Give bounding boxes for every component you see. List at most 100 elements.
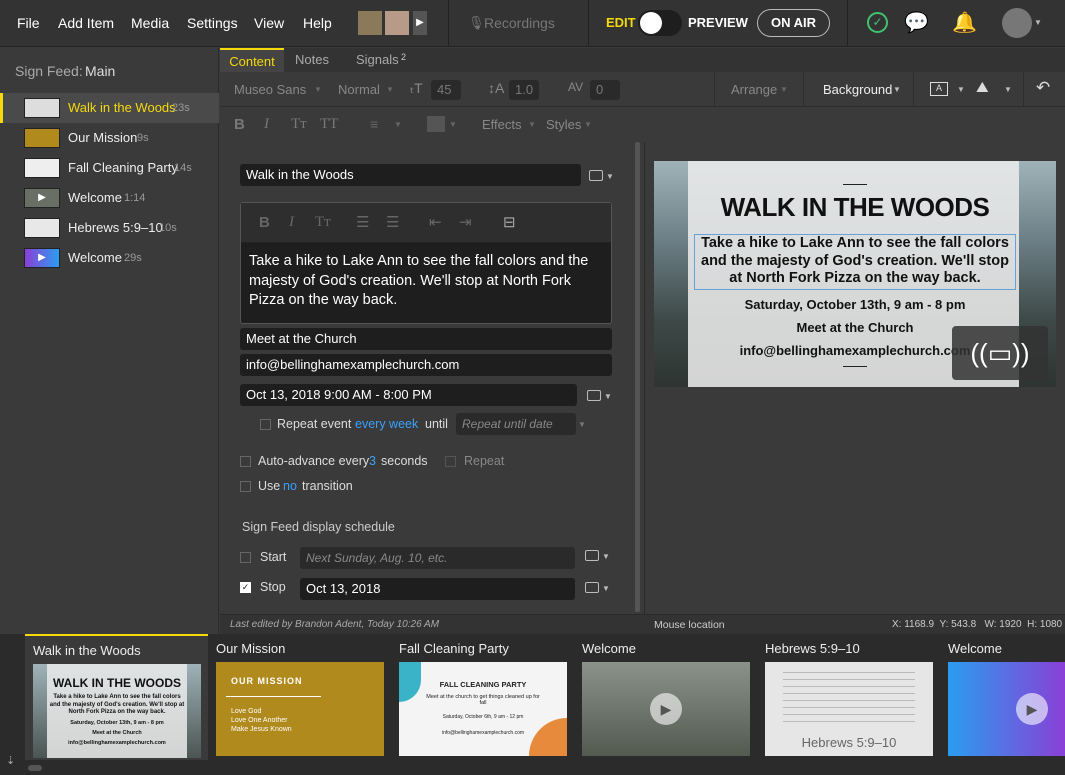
edit-label[interactable]: EDIT bbox=[606, 15, 636, 30]
repeat-event-label: Repeat event bbox=[277, 417, 352, 431]
menu-file[interactable]: File bbox=[17, 0, 40, 46]
styles-button[interactable]: Styles bbox=[546, 117, 581, 132]
sidebar-item-welcome-2[interactable]: ▶ Welcome 29s bbox=[0, 243, 219, 273]
italic-icon[interactable]: I bbox=[289, 214, 294, 231]
stop-checkbox[interactable]: ✓ bbox=[240, 582, 251, 593]
repeat-until-input[interactable]: Repeat until date bbox=[456, 413, 576, 435]
media-thumbnail[interactable] bbox=[385, 11, 409, 35]
font-family-select[interactable]: Museo Sans bbox=[234, 82, 306, 97]
avatar[interactable] bbox=[1002, 8, 1032, 38]
menu-view[interactable]: View bbox=[254, 0, 284, 46]
play-icon[interactable]: ▶ bbox=[650, 693, 682, 725]
sidebar-item-welcome[interactable]: ▶ Welcome 1:14 bbox=[0, 183, 219, 213]
media-thumbnail[interactable] bbox=[358, 11, 382, 35]
calendar-icon[interactable] bbox=[589, 170, 603, 181]
check-icon[interactable]: ✓ bbox=[867, 12, 888, 33]
arrange-button[interactable]: Arrange bbox=[731, 82, 777, 97]
font-size-input[interactable]: 45 bbox=[431, 80, 461, 100]
calendar-icon[interactable] bbox=[585, 550, 599, 561]
strip-item-walk-in-the-woods[interactable]: Walk in the Woods WALK IN THE WOODS Take… bbox=[25, 634, 208, 760]
body-editor-toolbar: B I Tт ☰ ☰ ⇤ ⇥ ⊟ bbox=[241, 203, 611, 243]
menu-media[interactable]: Media bbox=[131, 0, 169, 46]
numbered-list-icon[interactable]: ☰ bbox=[386, 213, 399, 231]
scrollbar[interactable] bbox=[28, 765, 42, 771]
seconds-label: seconds bbox=[381, 454, 428, 468]
body-text[interactable]: Take a hike to Lake Ann to see the fall … bbox=[249, 252, 599, 311]
sign-feed-label: Sign Feed: bbox=[15, 63, 83, 79]
strip-item-hebrews[interactable]: Hebrews 5:9–10 Hebrews 5:9–10 bbox=[757, 634, 940, 760]
effects-button[interactable]: Effects bbox=[482, 117, 522, 132]
strip-item-welcome-2[interactable]: Welcome ▶ bbox=[940, 634, 1065, 760]
undo-icon[interactable]: ↶ bbox=[1036, 78, 1050, 98]
collapse-icon[interactable]: ⇣ bbox=[6, 754, 15, 767]
play-icon[interactable]: ▶ bbox=[413, 11, 427, 35]
menu-help[interactable]: Help bbox=[303, 0, 332, 46]
align-icon[interactable]: ≡ bbox=[370, 116, 378, 132]
chevron-down-icon[interactable]: ▼ bbox=[1034, 18, 1042, 27]
font-weight-select[interactable]: Normal bbox=[338, 82, 380, 97]
menu-add-item[interactable]: Add Item bbox=[58, 0, 114, 46]
tab-content[interactable]: Content bbox=[220, 48, 284, 72]
sidebar-item-our-mission[interactable]: Our Mission 9s bbox=[0, 123, 219, 153]
sidebar-item-hebrews[interactable]: Hebrews 5:9–10 10s bbox=[0, 213, 219, 243]
cast-icon[interactable]: ((▭)) bbox=[952, 326, 1048, 380]
preview-label[interactable]: PREVIEW bbox=[688, 15, 748, 30]
bell-icon[interactable]: 🔔 bbox=[952, 10, 977, 35]
color-swatch[interactable] bbox=[427, 116, 445, 132]
letter-spacing-input[interactable]: 0 bbox=[590, 80, 620, 100]
tab-signals[interactable]: Signals bbox=[356, 48, 399, 72]
bold-icon[interactable]: B bbox=[259, 214, 270, 231]
tab-notes[interactable]: Notes bbox=[295, 48, 329, 72]
text-case-icon[interactable]: Tт bbox=[315, 214, 331, 231]
title-input[interactable]: Walk in the Woods bbox=[240, 164, 581, 186]
calendar-icon[interactable] bbox=[585, 582, 599, 593]
start-label: Start bbox=[260, 550, 287, 564]
on-air-button[interactable]: ON AIR bbox=[757, 9, 830, 37]
line-height-input[interactable]: 1.0 bbox=[509, 80, 539, 100]
location-input[interactable]: Meet at the Church bbox=[240, 328, 612, 350]
recordings-button[interactable]: Recordings bbox=[484, 15, 555, 31]
repeat-event-checkbox[interactable] bbox=[260, 419, 271, 430]
calendar-icon[interactable] bbox=[587, 390, 601, 401]
transition-select-link[interactable]: no bbox=[283, 479, 297, 493]
auto-advance-seconds[interactable]: 3 bbox=[369, 454, 376, 468]
schedule-heading: Sign Feed display schedule bbox=[242, 520, 395, 534]
sidebar-item-fall-cleaning-party[interactable]: Fall Cleaning Party 14s bbox=[0, 153, 219, 183]
start-checkbox[interactable] bbox=[240, 552, 251, 563]
italic-icon[interactable]: I bbox=[264, 116, 269, 133]
strip-item-welcome[interactable]: Welcome ▶ bbox=[574, 634, 757, 760]
bullet-list-icon[interactable]: ☰ bbox=[356, 213, 369, 231]
chat-icon[interactable]: 💬 bbox=[904, 10, 929, 35]
transition-checkbox[interactable] bbox=[240, 481, 251, 492]
background-button[interactable]: Background bbox=[823, 82, 892, 97]
repeat-checkbox[interactable] bbox=[445, 456, 456, 467]
text-case-icon[interactable]: Tт bbox=[291, 116, 307, 133]
outdent-icon[interactable]: ⇤ bbox=[429, 213, 442, 231]
sidebar-item-walk-in-the-woods[interactable]: Walk in the Woods 23s bbox=[0, 93, 219, 123]
stop-date-input[interactable]: Oct 13, 2018 bbox=[300, 578, 575, 600]
until-label: until bbox=[425, 417, 448, 431]
sign-feed-value[interactable]: Main bbox=[85, 63, 115, 79]
text-box-icon[interactable]: A bbox=[930, 82, 948, 96]
indent-icon[interactable]: ⇥ bbox=[459, 213, 472, 231]
last-edited-text: Last edited by Brandon Adent, Today 10:2… bbox=[230, 619, 440, 630]
datetime-input[interactable]: Oct 13, 2018 9:00 AM - 8:00 PM bbox=[240, 384, 577, 406]
email-input[interactable]: info@bellinghamexamplechurch.com bbox=[240, 354, 612, 376]
start-date-input[interactable]: Next Sunday, Aug. 10, etc. bbox=[300, 547, 575, 569]
body-editor[interactable]: B I Tт ☰ ☰ ⇤ ⇥ ⊟ Take a hike to Lake Ann… bbox=[240, 202, 612, 324]
tab-bar bbox=[220, 48, 1065, 72]
bold-icon[interactable]: B bbox=[234, 116, 245, 133]
transition-label: transition bbox=[302, 479, 353, 493]
edit-preview-toggle[interactable] bbox=[638, 10, 682, 36]
repeat-frequency-link[interactable]: every week bbox=[355, 417, 418, 431]
image-icon[interactable]: ⛰ bbox=[976, 79, 989, 96]
strip-item-our-mission[interactable]: Our Mission OUR MISSION Love God Love On… bbox=[208, 634, 391, 760]
style-toolbar: B I Tт TT ≡ ▼ ▼ Effects ▼ Styles ▼ bbox=[220, 107, 1065, 142]
strip-item-fall-cleaning-party[interactable]: Fall Cleaning Party FALL CLEANING PARTY … bbox=[391, 634, 574, 760]
play-icon[interactable]: ▶ bbox=[1016, 693, 1048, 725]
menu-settings[interactable]: Settings bbox=[187, 0, 238, 46]
divider-icon[interactable]: ⊟ bbox=[503, 213, 516, 231]
auto-advance-checkbox[interactable] bbox=[240, 456, 251, 467]
scrollbar[interactable] bbox=[635, 142, 640, 612]
uppercase-icon[interactable]: TT bbox=[320, 116, 338, 133]
